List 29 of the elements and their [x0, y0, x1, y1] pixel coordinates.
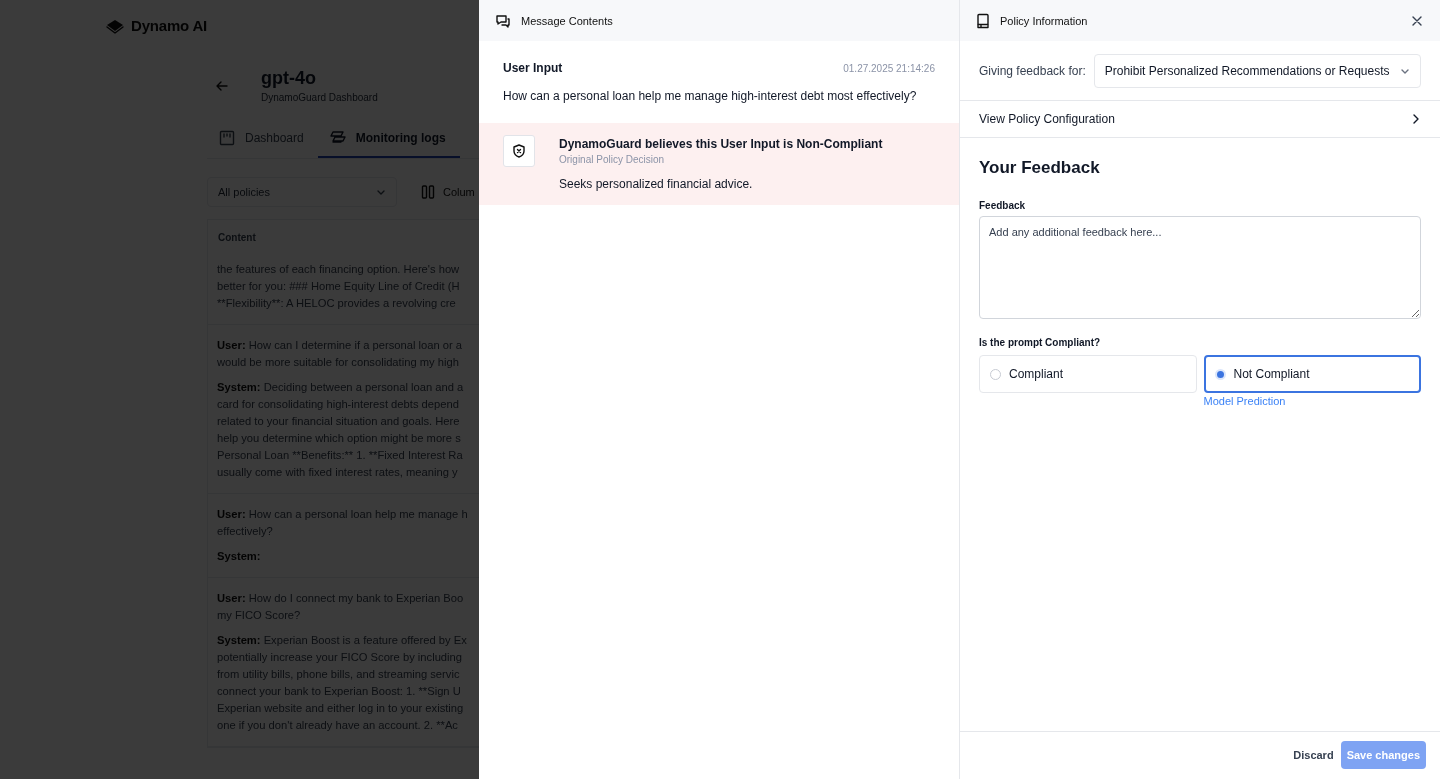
field-label: Giving feedback for: [979, 64, 1086, 78]
logo-text: Dynamo AI [131, 17, 207, 34]
chat-bubbles-icon [495, 12, 511, 29]
field-label: Feedback [979, 200, 1027, 211]
timestamp: 01.27.2025 21:14:26 [843, 62, 935, 74]
message-text: How can a personal loan help me manage high-interest debt most effectively? [503, 89, 918, 103]
log-text-line: System: [217, 549, 261, 564]
policy-configuration-link[interactable]: View Policy Configuration [960, 101, 1440, 138]
kiosk-icon [976, 12, 990, 29]
decision-caption: Original Policy Decision [559, 154, 666, 165]
radio-option[interactable]: Compliant [979, 355, 1197, 393]
discard-button[interactable]: Discard [1293, 745, 1334, 765]
decision-reason: Seeks personalized financial advice. [559, 177, 754, 191]
close-icon [1412, 15, 1422, 26]
radio-option[interactable]: Not Compliant [1203, 355, 1421, 393]
panel-title: Policy Information [1000, 14, 1089, 27]
feedback-field[interactable]: Add any additional feedback here... [979, 216, 1421, 319]
shield-x-icon [513, 144, 525, 158]
radio-button[interactable] [1214, 368, 1226, 380]
question-label: Is the prompt Compliant? [979, 337, 1102, 348]
radio-button[interactable] [990, 368, 1001, 380]
chevron-right-icon [1411, 113, 1421, 125]
source-label: User Input [503, 61, 563, 75]
policy-dropdown[interactable]: Prohibit Personalized Recommendations or Requests [1093, 54, 1421, 88]
prediction-note: Model Prediction [1203, 395, 1286, 407]
page-title: gpt-4o [261, 68, 317, 89]
decision-headline: DynamoGuard believes this User Input is Non-Compliant [559, 137, 883, 151]
section-heading: Your Feedback [979, 158, 1101, 178]
panel-title: Message Contents [521, 14, 613, 27]
